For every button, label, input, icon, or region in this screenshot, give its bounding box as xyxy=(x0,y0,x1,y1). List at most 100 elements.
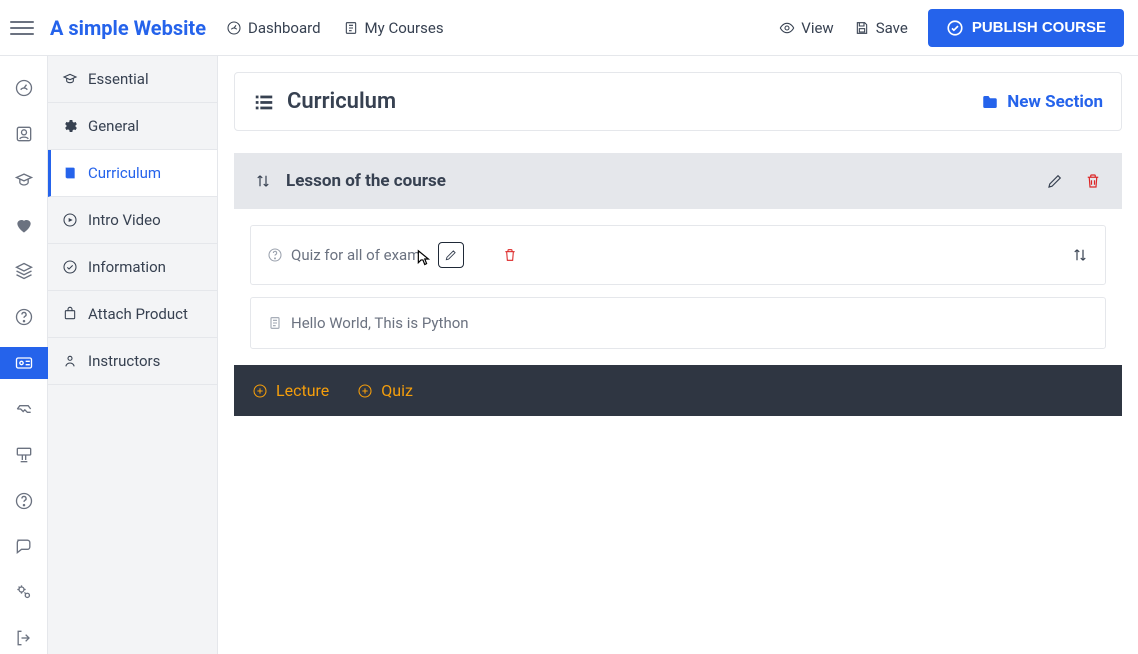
view-button-label: View xyxy=(801,19,833,37)
courses-icon xyxy=(343,20,359,36)
nav-attach-product-label: Attach Product xyxy=(88,305,188,323)
panel-header: Curriculum New Section xyxy=(235,73,1121,130)
trash-icon[interactable] xyxy=(502,247,518,263)
rail-users[interactable] xyxy=(0,118,48,150)
dashboard-link[interactable]: Dashboard xyxy=(226,19,321,37)
teacher-icon xyxy=(62,353,78,369)
plus-circle-icon xyxy=(357,383,373,399)
gauge-icon xyxy=(14,78,34,98)
view-button[interactable]: View xyxy=(779,19,833,37)
save-icon xyxy=(854,20,870,36)
rail-settings[interactable] xyxy=(0,576,48,608)
gear-icon xyxy=(62,118,78,134)
rail-help2[interactable] xyxy=(0,485,48,517)
heart-icon xyxy=(14,215,34,235)
nav-instructors-label: Instructors xyxy=(88,352,160,370)
nav-intro-video[interactable]: Intro Video xyxy=(48,197,217,244)
my-courses-link-label: My Courses xyxy=(365,19,444,37)
rail-logout[interactable] xyxy=(0,622,48,654)
panel-title-text: Curriculum xyxy=(287,89,396,114)
publish-button[interactable]: PUBLISH COURSE xyxy=(928,9,1124,47)
edit-item-button[interactable] xyxy=(438,242,464,268)
rail-product[interactable] xyxy=(0,393,48,425)
handshake-icon xyxy=(14,399,34,419)
nav-general-label: General xyxy=(88,117,139,135)
rail-chat[interactable] xyxy=(0,530,48,562)
save-button[interactable]: Save xyxy=(854,19,908,37)
rail-courses[interactable] xyxy=(0,347,48,379)
brand[interactable]: A simple Website xyxy=(50,16,206,40)
nav-essential-label: Essential xyxy=(88,70,149,88)
nav-intro-video-label: Intro Video xyxy=(88,211,161,229)
section-actions xyxy=(1046,172,1102,190)
rail-dashboard[interactable] xyxy=(0,72,48,104)
question-circle-icon xyxy=(14,491,34,511)
dashboard-icon xyxy=(226,20,242,36)
nav-essential[interactable]: Essential xyxy=(48,56,217,103)
rail-layers[interactable] xyxy=(0,255,48,287)
curriculum-panel: Curriculum New Section xyxy=(234,72,1122,131)
add-bar: Lecture Quiz xyxy=(234,365,1122,416)
trash-icon[interactable] xyxy=(1084,172,1102,190)
nav-information[interactable]: Information xyxy=(48,244,217,291)
item-label-wrap: Hello World, This is Python xyxy=(267,314,469,332)
panel-title: Curriculum xyxy=(253,89,396,114)
question-circle-icon xyxy=(14,307,34,327)
item-lecture-label: Hello World, This is Python xyxy=(291,314,469,332)
graduation-cap-icon xyxy=(14,170,34,190)
nav-curriculum[interactable]: Curriculum xyxy=(48,150,217,197)
folder-icon xyxy=(981,93,999,111)
nav-attach-product[interactable]: Attach Product xyxy=(48,291,217,338)
left-rail xyxy=(0,56,48,654)
chat-icon xyxy=(14,536,34,556)
section-block: Lesson of the course Quiz for all of exa… xyxy=(234,153,1122,416)
cap-small-icon xyxy=(62,71,78,87)
nav-general[interactable]: General xyxy=(48,103,217,150)
logout-icon xyxy=(14,628,34,648)
rail-help1[interactable] xyxy=(0,301,48,333)
curriculum-item-lecture[interactable]: Hello World, This is Python xyxy=(250,297,1106,349)
question-circle-icon xyxy=(267,247,283,263)
topbar: A simple Website Dashboard My Courses Vi… xyxy=(0,0,1138,56)
rail-cap[interactable] xyxy=(0,164,48,196)
save-button-label: Save xyxy=(876,19,908,37)
pencil-icon xyxy=(444,248,458,262)
my-courses-link[interactable]: My Courses xyxy=(343,19,444,37)
rail-withdraw[interactable] xyxy=(0,439,48,471)
curriculum-item-quiz[interactable]: Quiz for all of exam xyxy=(250,225,1106,285)
course-nav: Essential General Curriculum Intro Video… xyxy=(48,56,218,654)
atm-icon xyxy=(14,445,34,465)
layers-icon xyxy=(14,261,34,281)
book-icon xyxy=(62,165,78,181)
play-circle-icon xyxy=(62,212,78,228)
top-right: View Save PUBLISH COURSE xyxy=(779,9,1124,47)
sort-icon[interactable] xyxy=(254,172,272,190)
sort-icon[interactable] xyxy=(1071,246,1089,264)
package-icon xyxy=(62,306,78,322)
new-section-label: New Section xyxy=(1007,92,1103,112)
top-links: Dashboard My Courses xyxy=(226,19,444,37)
list-icon xyxy=(253,91,275,113)
layout: Essential General Curriculum Intro Video… xyxy=(0,56,1138,654)
user-card-icon xyxy=(14,124,34,144)
add-quiz-button[interactable]: Quiz xyxy=(357,381,413,400)
rail-heart[interactable] xyxy=(0,210,48,242)
nav-curriculum-label: Curriculum xyxy=(88,164,161,182)
pencil-icon[interactable] xyxy=(1046,172,1064,190)
nav-instructors[interactable]: Instructors xyxy=(48,338,217,385)
menu-toggle[interactable] xyxy=(10,16,34,40)
add-lecture-label: Lecture xyxy=(276,381,329,400)
id-card-icon xyxy=(14,353,34,373)
add-quiz-label: Quiz xyxy=(381,381,413,400)
main-content: Curriculum New Section Lesson of the cou… xyxy=(218,56,1138,654)
check-circle-icon xyxy=(946,19,964,37)
item-label-wrap: Quiz for all of exam xyxy=(267,246,420,264)
section-header: Lesson of the course xyxy=(234,153,1122,209)
add-lecture-button[interactable]: Lecture xyxy=(252,381,329,400)
nav-information-label: Information xyxy=(88,258,166,276)
eye-icon xyxy=(779,20,795,36)
section-items: Quiz for all of exam xyxy=(234,209,1122,365)
new-section-button[interactable]: New Section xyxy=(981,92,1103,112)
item-quiz-label: Quiz for all of exam xyxy=(291,246,420,264)
check-circle-icon xyxy=(62,259,78,275)
